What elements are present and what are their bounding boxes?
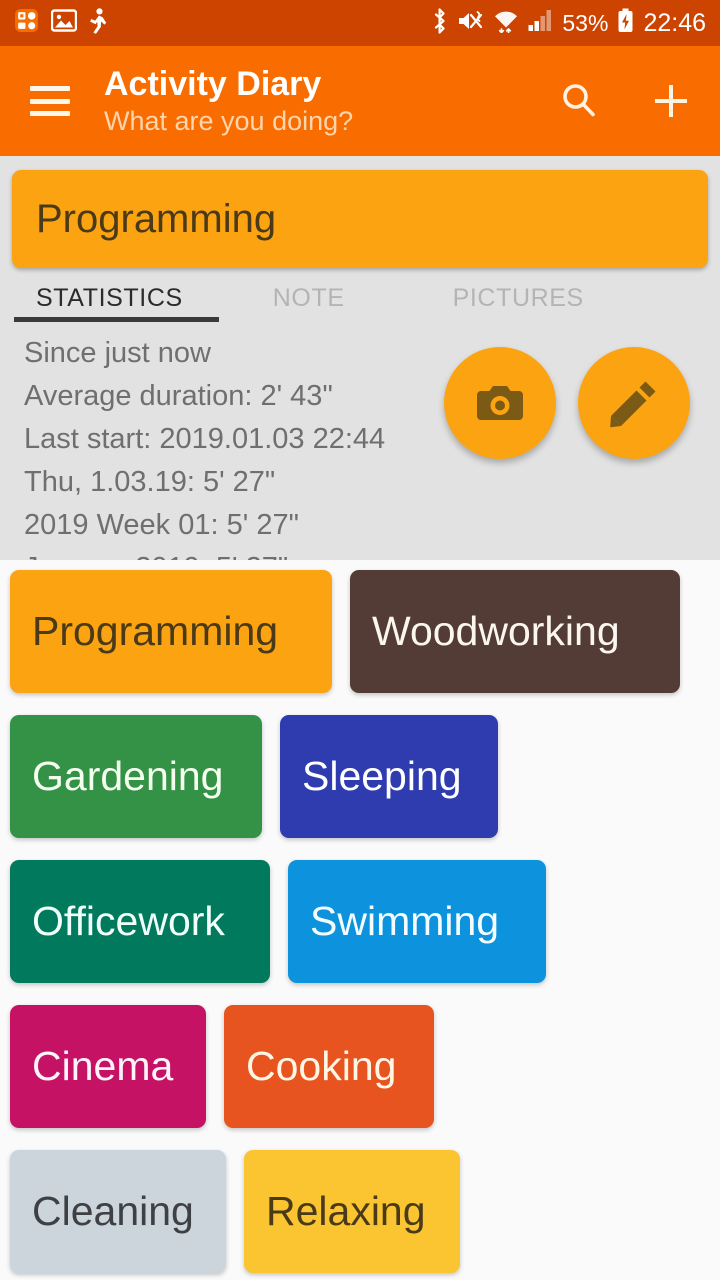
status-bar: 53% 22:46 — [0, 0, 720, 46]
activity-tile-cooking[interactable]: Cooking — [224, 1005, 434, 1128]
hamburger-menu-icon[interactable] — [30, 86, 70, 116]
tab-pictures-label: PICTURES — [452, 284, 584, 312]
stat-line: 2019 Week 01: 5' 27" — [24, 509, 299, 541]
activity-tile-woodworking[interactable]: Woodworking — [350, 570, 680, 693]
tile-row: Cleaning Relaxing — [10, 1150, 710, 1273]
app-bar-actions — [556, 78, 694, 124]
camera-icon — [477, 386, 523, 420]
pencil-icon — [610, 381, 656, 428]
battery-percent-label: 53% — [562, 9, 609, 36]
app-bar-titles: Activity Diary What are you doing? — [104, 65, 556, 137]
page-title: Activity Diary — [104, 64, 322, 103]
bluetooth-icon — [431, 7, 448, 39]
activity-tile-label: Officework — [32, 898, 225, 944]
activity-diary-screen: 53% 22:46 Activity Diary What are you do… — [0, 0, 720, 1280]
activity-tile-cinema[interactable]: Cinema — [10, 1005, 206, 1128]
activity-tile-label: Programming — [32, 608, 279, 654]
tile-row: Officework Swimming — [10, 860, 710, 983]
search-icon[interactable] — [556, 78, 602, 124]
tab-note[interactable]: NOTE — [273, 284, 345, 330]
current-activity-card[interactable]: Programming — [12, 170, 708, 268]
plus-icon[interactable] — [648, 78, 694, 124]
status-bar-left-icons — [14, 7, 108, 39]
activity-tile-label: Cinema — [32, 1043, 174, 1089]
activity-tile-label: Gardening — [32, 753, 224, 799]
cellular-signal-icon — [528, 9, 553, 37]
camera-fab[interactable] — [444, 347, 556, 459]
activity-tile-label: Woodworking — [372, 608, 620, 654]
app-bar: Activity Diary What are you doing? — [0, 46, 720, 156]
clock-label: 22:46 — [643, 8, 706, 37]
app-grid-icon — [14, 8, 39, 38]
activity-tile-label: Relaxing — [266, 1188, 426, 1234]
mute-vibrate-icon — [457, 9, 484, 38]
activity-tile-relaxing[interactable]: Relaxing — [244, 1150, 460, 1273]
stat-line: Thu, 1.03.19: 5' 27" — [24, 466, 276, 498]
battery-charging-icon — [617, 8, 634, 38]
tab-statistics-label: STATISTICS — [36, 284, 183, 312]
floating-action-buttons — [444, 347, 690, 459]
activity-tile-sleeping[interactable]: Sleeping — [280, 715, 498, 838]
activity-tile-label: Cooking — [246, 1043, 397, 1089]
tab-statistics[interactable]: STATISTICS — [14, 284, 219, 330]
tab-pictures[interactable]: PICTURES — [453, 284, 584, 330]
activity-tile-cleaning[interactable]: Cleaning — [10, 1150, 226, 1273]
page-subtitle: What are you doing? — [104, 105, 354, 136]
activity-tile-officework[interactable]: Officework — [10, 860, 270, 983]
photo-icon — [50, 9, 78, 37]
current-activity-label: Programming — [36, 197, 277, 241]
tile-row: Programming Woodworking — [10, 570, 710, 693]
tile-row: Cinema Cooking — [10, 1005, 710, 1128]
edit-fab[interactable] — [578, 347, 690, 459]
activity-tile-label: Sleeping — [302, 753, 462, 799]
activity-tile-label: Swimming — [310, 898, 500, 944]
activity-tile-grid: Programming Woodworking Gardening Sleepi… — [0, 560, 720, 1280]
walking-person-icon — [89, 7, 108, 39]
status-bar-right-icons: 53% 22:46 — [431, 7, 706, 39]
tile-row: Gardening Sleeping — [10, 715, 710, 838]
activity-tile-swimming[interactable]: Swimming — [288, 860, 546, 983]
activity-tile-gardening[interactable]: Gardening — [10, 715, 262, 838]
wifi-icon — [493, 9, 519, 38]
tab-note-label: NOTE — [272, 284, 345, 312]
activity-tile-label: Cleaning — [32, 1188, 194, 1234]
activity-tile-programming[interactable]: Programming — [10, 570, 332, 693]
tab-bar: STATISTICS NOTE PICTURES — [12, 284, 708, 330]
stat-line: January 2019: 5' 27" — [24, 547, 708, 560]
